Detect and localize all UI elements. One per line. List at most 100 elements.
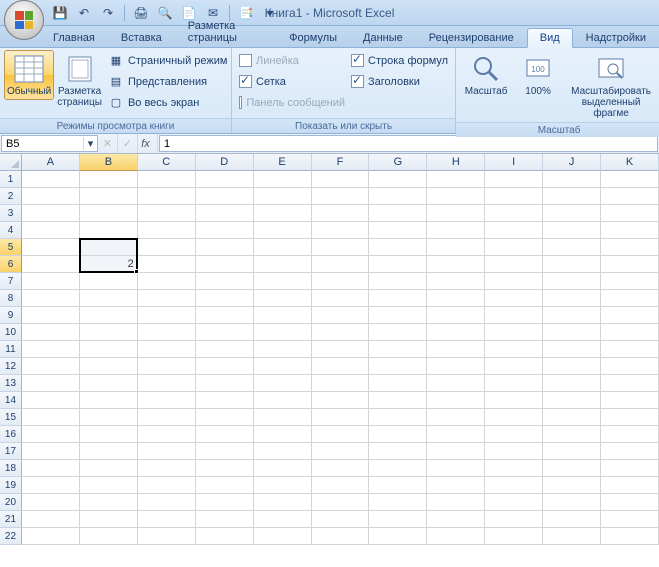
tab-вид[interactable]: Вид <box>527 28 573 48</box>
cell[interactable] <box>543 528 601 545</box>
save-icon[interactable]: 💾 <box>50 3 70 23</box>
cell[interactable] <box>312 290 370 307</box>
cell[interactable] <box>427 358 485 375</box>
cell[interactable] <box>80 307 138 324</box>
tab-вставка[interactable]: Вставка <box>108 28 175 47</box>
cell[interactable] <box>196 222 254 239</box>
column-header[interactable]: I <box>485 154 543 171</box>
cell[interactable] <box>80 528 138 545</box>
checkbox-icon[interactable] <box>351 75 364 88</box>
cell[interactable] <box>196 290 254 307</box>
fx-button[interactable]: fx <box>138 134 158 153</box>
cell[interactable] <box>196 392 254 409</box>
column-headers[interactable]: ABCDEFGHIJK <box>22 154 659 171</box>
cell[interactable] <box>80 171 138 188</box>
cell[interactable] <box>485 239 543 256</box>
cell[interactable] <box>369 392 427 409</box>
cell[interactable] <box>427 222 485 239</box>
cell[interactable] <box>427 392 485 409</box>
cell[interactable] <box>80 511 138 528</box>
cell[interactable] <box>312 256 370 273</box>
cell[interactable] <box>312 426 370 443</box>
zoom-100-button[interactable]: 100 100% <box>512 50 564 100</box>
tab-рецензирование[interactable]: Рецензирование <box>416 28 527 47</box>
cell[interactable] <box>254 222 312 239</box>
column-header[interactable]: E <box>254 154 312 171</box>
cell[interactable] <box>196 375 254 392</box>
cell[interactable] <box>254 426 312 443</box>
cell[interactable] <box>427 171 485 188</box>
cell[interactable] <box>369 239 427 256</box>
cell[interactable] <box>80 290 138 307</box>
column-header[interactable]: K <box>601 154 659 171</box>
cell[interactable] <box>254 290 312 307</box>
cell[interactable] <box>485 324 543 341</box>
row-header[interactable]: 22 <box>0 528 22 545</box>
cell[interactable] <box>80 222 138 239</box>
cell[interactable] <box>196 205 254 222</box>
cell[interactable] <box>312 222 370 239</box>
cell[interactable] <box>196 273 254 290</box>
cell[interactable] <box>543 205 601 222</box>
row-header[interactable]: 7 <box>0 273 22 290</box>
cell[interactable] <box>543 511 601 528</box>
cell[interactable] <box>601 528 659 545</box>
cell[interactable] <box>601 341 659 358</box>
cell[interactable] <box>601 460 659 477</box>
cell[interactable] <box>254 511 312 528</box>
cell[interactable] <box>254 324 312 341</box>
cell[interactable] <box>543 256 601 273</box>
cell[interactable] <box>601 239 659 256</box>
cell[interactable] <box>485 290 543 307</box>
cell[interactable] <box>22 290 80 307</box>
cell[interactable] <box>369 460 427 477</box>
cell[interactable] <box>543 307 601 324</box>
cell[interactable] <box>543 409 601 426</box>
cell[interactable] <box>369 273 427 290</box>
cell[interactable] <box>312 324 370 341</box>
cell[interactable] <box>312 273 370 290</box>
cell[interactable]: 1 <box>80 239 138 256</box>
cell[interactable] <box>80 188 138 205</box>
cell[interactable] <box>138 222 196 239</box>
cell[interactable] <box>196 443 254 460</box>
office-button[interactable] <box>4 0 44 40</box>
cell[interactable] <box>312 392 370 409</box>
cell[interactable] <box>543 273 601 290</box>
cell[interactable] <box>80 375 138 392</box>
cell[interactable] <box>369 307 427 324</box>
cell[interactable] <box>22 409 80 426</box>
cell[interactable] <box>138 273 196 290</box>
cell[interactable] <box>485 426 543 443</box>
row-header[interactable]: 2 <box>0 188 22 205</box>
cell[interactable] <box>22 307 80 324</box>
cell[interactable] <box>485 409 543 426</box>
cell[interactable] <box>485 222 543 239</box>
cell[interactable] <box>543 494 601 511</box>
cell[interactable] <box>196 460 254 477</box>
cell[interactable] <box>312 511 370 528</box>
cell[interactable] <box>22 528 80 545</box>
tab-формулы[interactable]: Формулы <box>276 28 350 47</box>
cell[interactable] <box>485 358 543 375</box>
cell[interactable] <box>80 409 138 426</box>
cell[interactable] <box>312 341 370 358</box>
cell[interactable] <box>138 494 196 511</box>
tab-главная[interactable]: Главная <box>40 28 108 47</box>
cell[interactable] <box>485 511 543 528</box>
cell[interactable] <box>485 460 543 477</box>
full-screen-button[interactable]: ▢ Во весь экран <box>105 92 231 113</box>
cell[interactable] <box>22 256 80 273</box>
cell[interactable] <box>80 358 138 375</box>
cell[interactable] <box>369 171 427 188</box>
normal-view-button[interactable]: Обычный <box>4 50 54 100</box>
column-header[interactable]: J <box>543 154 601 171</box>
cell[interactable] <box>22 375 80 392</box>
row-header[interactable]: 8 <box>0 290 22 307</box>
cell[interactable] <box>369 443 427 460</box>
cell[interactable] <box>138 375 196 392</box>
cell[interactable] <box>22 426 80 443</box>
cell[interactable] <box>22 511 80 528</box>
cell[interactable] <box>312 171 370 188</box>
cell[interactable] <box>543 443 601 460</box>
